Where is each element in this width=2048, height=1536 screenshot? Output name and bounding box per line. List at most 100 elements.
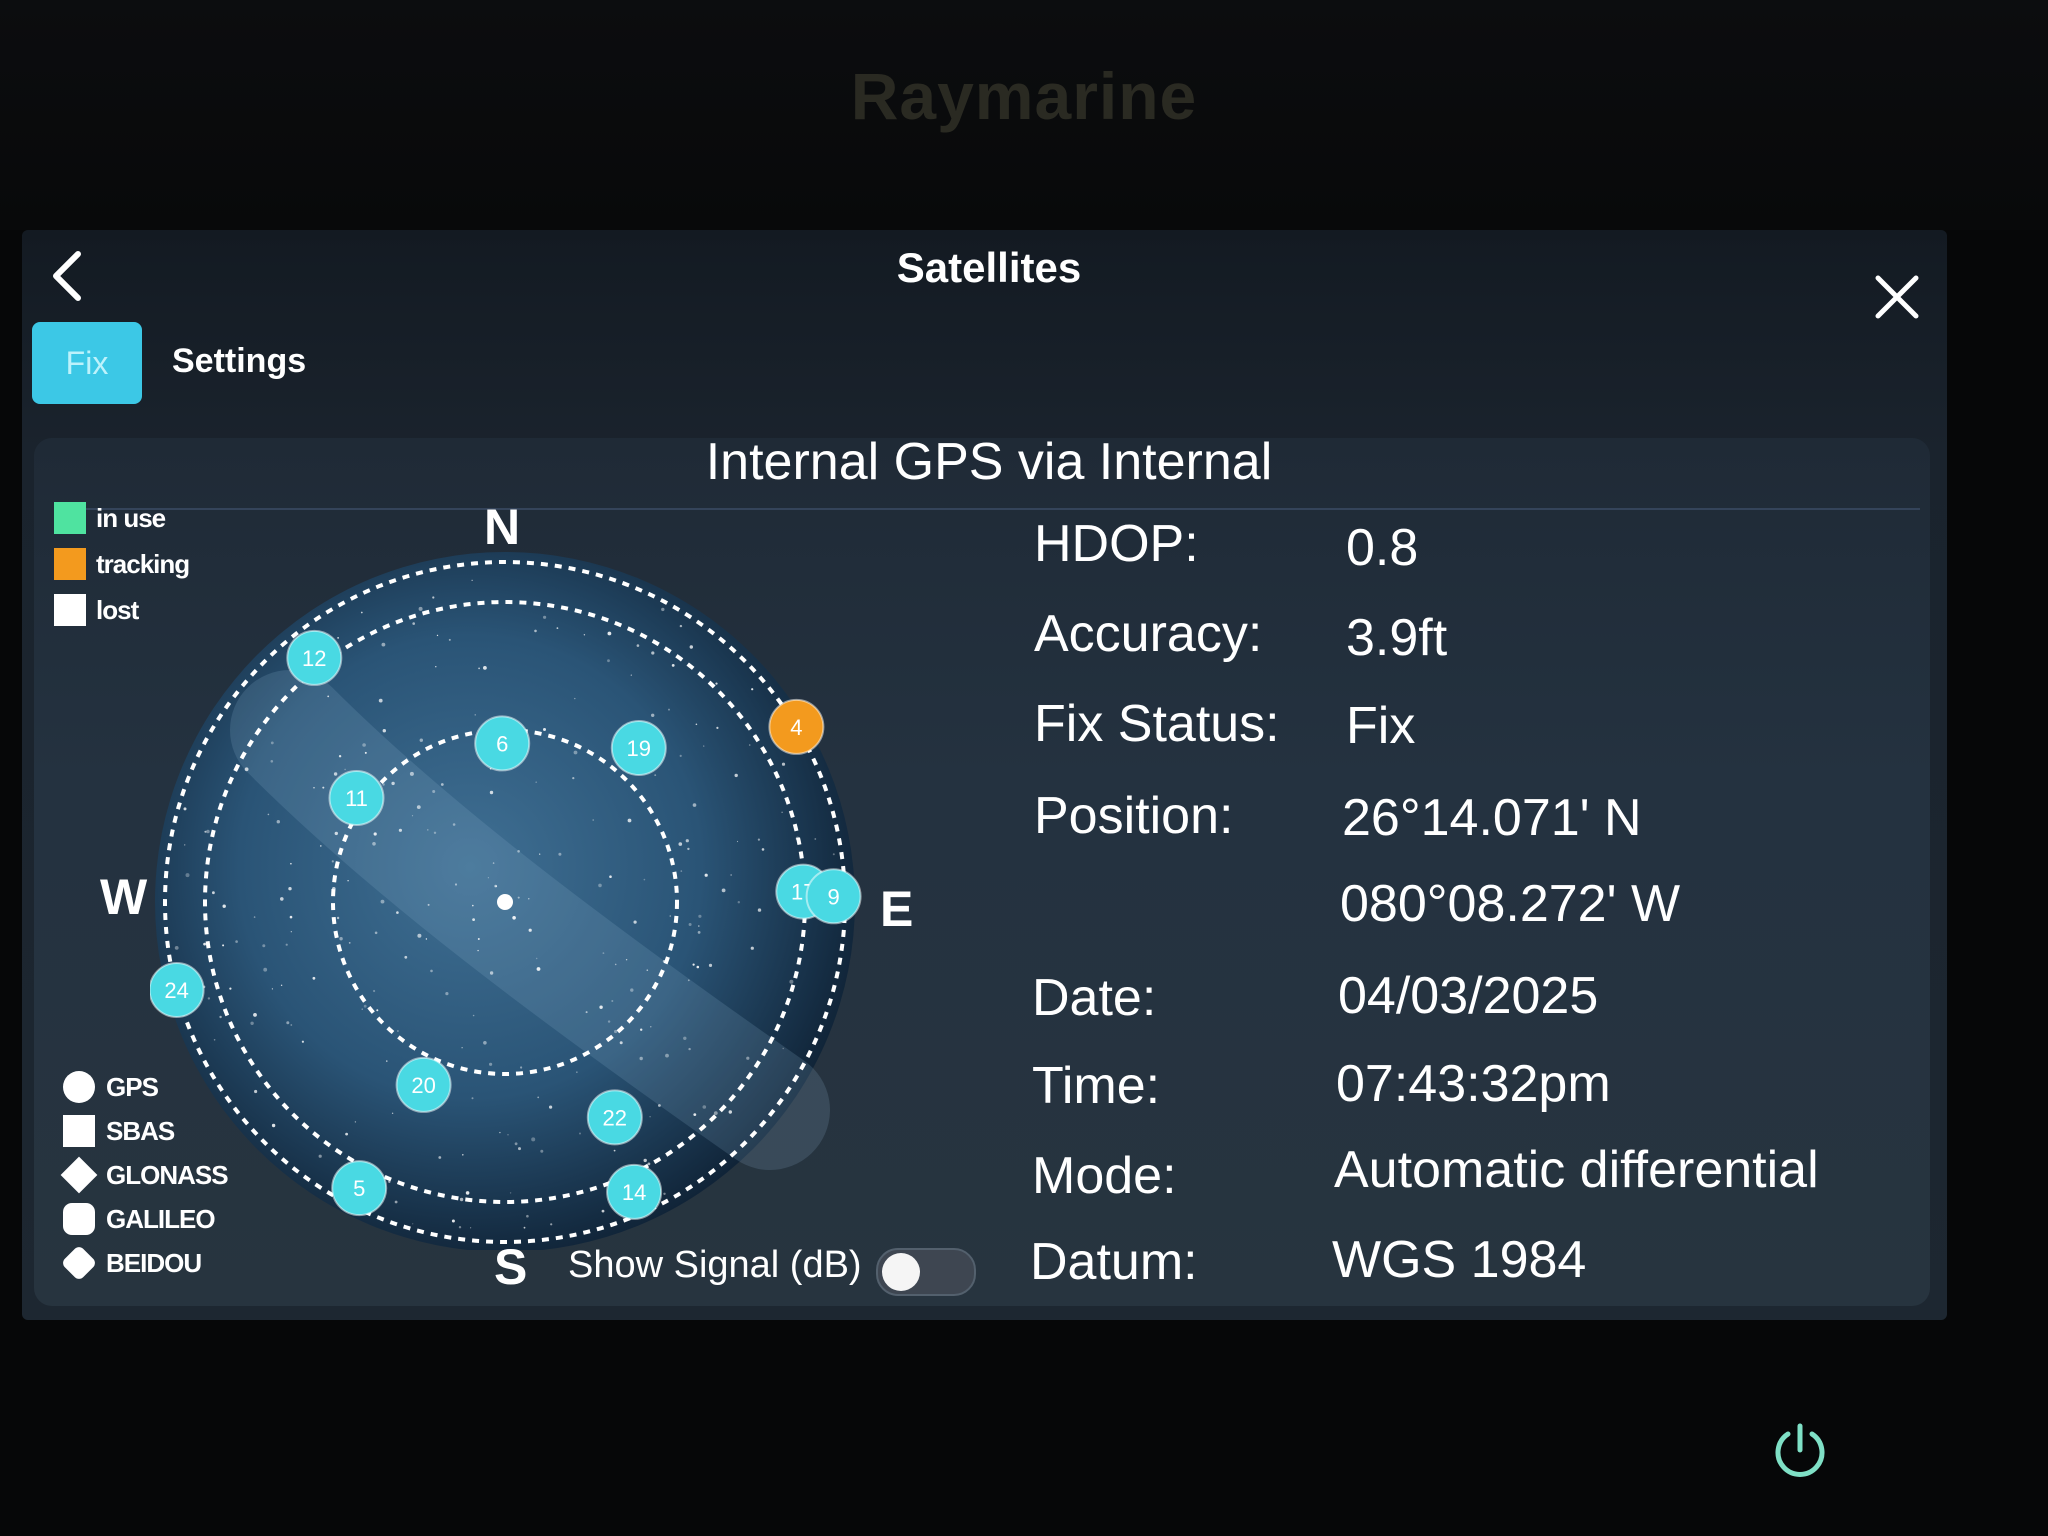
star bbox=[451, 1219, 455, 1223]
star bbox=[782, 1047, 784, 1050]
star bbox=[492, 862, 495, 864]
satellite-id-label: 9 bbox=[827, 884, 839, 909]
constellation-label: GALILEO bbox=[106, 1203, 216, 1234]
satellite-id-label: 12 bbox=[302, 646, 326, 671]
star bbox=[692, 963, 695, 966]
star bbox=[737, 901, 740, 904]
star bbox=[373, 832, 377, 836]
star bbox=[472, 904, 474, 907]
constellation-label: BEIDOU bbox=[106, 1247, 202, 1278]
star bbox=[748, 744, 751, 746]
close-icon[interactable] bbox=[1872, 272, 1922, 322]
star bbox=[651, 651, 655, 655]
tab-fix[interactable]: Fix bbox=[32, 322, 142, 404]
star bbox=[430, 969, 433, 973]
star bbox=[517, 896, 520, 899]
star bbox=[757, 838, 761, 841]
star bbox=[471, 579, 473, 581]
star bbox=[643, 1158, 647, 1163]
star bbox=[337, 637, 339, 639]
star bbox=[761, 848, 765, 851]
star bbox=[418, 606, 423, 611]
star bbox=[514, 1142, 518, 1146]
star bbox=[235, 940, 238, 943]
star bbox=[535, 781, 537, 783]
constellation-gps: GPS bbox=[62, 1070, 159, 1104]
star bbox=[394, 1200, 398, 1204]
legend-in-use: in use bbox=[54, 502, 166, 534]
show-signal-label: Show Signal (dB) bbox=[568, 1244, 862, 1286]
show-signal-toggle[interactable] bbox=[876, 1248, 976, 1296]
star bbox=[750, 946, 754, 950]
star bbox=[183, 807, 187, 811]
star bbox=[687, 847, 690, 851]
star bbox=[639, 1056, 643, 1061]
star bbox=[276, 820, 280, 824]
star bbox=[290, 862, 292, 865]
satellite-id-label: 11 bbox=[345, 786, 368, 811]
star bbox=[643, 878, 646, 881]
star bbox=[289, 915, 293, 919]
star bbox=[312, 976, 316, 980]
star bbox=[517, 850, 520, 853]
star bbox=[576, 1071, 578, 1073]
date-value: 04/03/2025 bbox=[1338, 967, 1599, 1025]
tab-settings[interactable]: Settings bbox=[172, 342, 306, 381]
star bbox=[625, 959, 628, 961]
legend-label: in use bbox=[96, 502, 166, 533]
star bbox=[523, 1226, 526, 1229]
legend-swatch bbox=[54, 502, 86, 534]
star bbox=[650, 1026, 652, 1028]
star bbox=[203, 942, 206, 946]
star bbox=[440, 783, 444, 786]
star bbox=[362, 743, 366, 747]
star bbox=[789, 979, 794, 984]
star bbox=[574, 697, 576, 700]
time-value: 07:43:32pm bbox=[1336, 1055, 1611, 1113]
star bbox=[320, 845, 322, 847]
satellite-9: 9 bbox=[805, 868, 862, 925]
star bbox=[715, 682, 718, 685]
star bbox=[692, 803, 697, 807]
star bbox=[354, 1121, 357, 1123]
star bbox=[556, 627, 559, 629]
star bbox=[668, 708, 670, 711]
star bbox=[213, 1039, 216, 1041]
mode-value: Automatic differential bbox=[1334, 1141, 1819, 1199]
star bbox=[270, 760, 274, 763]
star bbox=[207, 997, 211, 1000]
star bbox=[458, 1226, 462, 1229]
time-label: Time: bbox=[1032, 1057, 1161, 1115]
star bbox=[432, 790, 436, 793]
star bbox=[462, 1154, 464, 1156]
star bbox=[487, 877, 489, 879]
star bbox=[376, 1009, 379, 1012]
star bbox=[698, 925, 700, 927]
constellation-galileo: GALILEO bbox=[62, 1202, 216, 1236]
star bbox=[290, 1024, 293, 1026]
satellite-id-label: 14 bbox=[622, 1180, 646, 1205]
star bbox=[478, 667, 480, 670]
star bbox=[814, 838, 817, 840]
satellite-id-label: 4 bbox=[790, 715, 802, 740]
star bbox=[285, 943, 288, 946]
star bbox=[364, 751, 367, 754]
star bbox=[459, 1197, 464, 1202]
star bbox=[436, 634, 439, 637]
star bbox=[697, 931, 701, 934]
star bbox=[507, 1134, 509, 1136]
star bbox=[607, 1020, 611, 1023]
star bbox=[386, 1060, 388, 1062]
satellite-sky-plot: 1264191117 92420225 14 bbox=[150, 552, 862, 1250]
star bbox=[669, 915, 672, 917]
rounded-diamond-icon bbox=[60, 1244, 98, 1282]
position-label: Position: bbox=[1034, 787, 1234, 845]
power-icon[interactable] bbox=[1770, 1420, 1830, 1480]
star bbox=[433, 831, 437, 834]
star bbox=[229, 987, 232, 990]
constellation-label: GLONASS bbox=[106, 1159, 229, 1190]
mode-label: Mode: bbox=[1032, 1147, 1177, 1205]
star bbox=[448, 638, 451, 641]
satellite-5: 5 bbox=[331, 1160, 388, 1217]
star bbox=[579, 1132, 581, 1135]
